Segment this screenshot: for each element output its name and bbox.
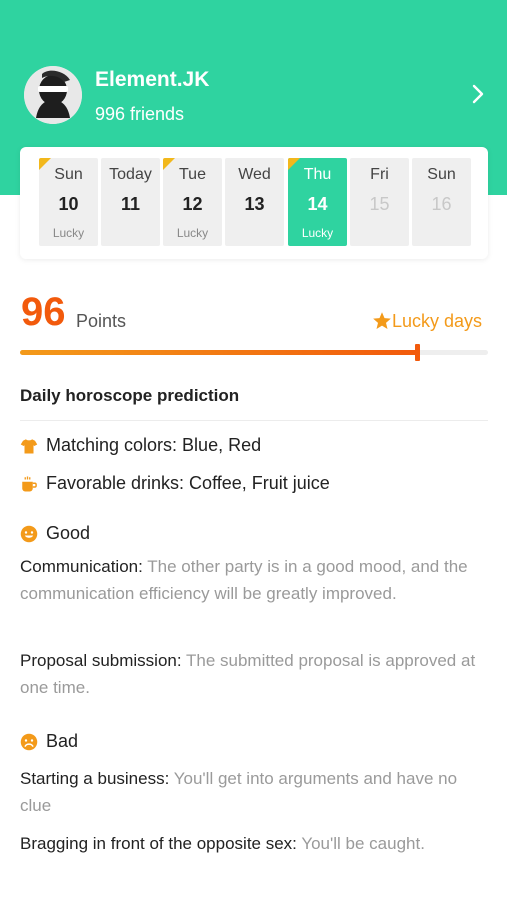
day-number: 12 xyxy=(182,194,203,214)
lucky-days-label: Lucky days xyxy=(392,311,483,331)
lucky-days-link[interactable]: Lucky days xyxy=(372,311,482,332)
bad-heading: Bad xyxy=(20,731,78,752)
star-icon xyxy=(373,312,391,329)
favorable-drinks-text: Favorable drinks: Coffee, Fruit juice xyxy=(46,473,330,493)
day-lucky-label: Lucky xyxy=(176,226,209,240)
day-name: Today xyxy=(109,166,152,183)
bad-label: Bad xyxy=(46,731,79,751)
username: Element.JK xyxy=(95,68,210,91)
favorable-drinks-row: Favorable drinks: Coffee, Fruit juice xyxy=(20,473,330,494)
item-label: Bragging in front of the opposite sex: xyxy=(20,834,297,853)
day-cell-fri-15: Fri 15 xyxy=(350,158,409,246)
matching-colors-row: Matching colors: Blue, Red xyxy=(20,435,261,456)
day-number: 14 xyxy=(307,194,328,214)
day-name: Wed xyxy=(238,166,271,183)
day-cell-wed-13[interactable]: Wed 13 xyxy=(225,158,284,246)
day-cell-thu-14-selected[interactable]: Thu 14 Lucky xyxy=(288,158,347,246)
day-lucky-label: Lucky xyxy=(301,226,334,240)
sad-face-icon xyxy=(20,733,38,751)
avatar-image xyxy=(24,66,82,124)
progress-fill xyxy=(20,350,418,355)
day-cell-sun-10[interactable]: Sun 10 Lucky xyxy=(39,158,98,246)
day-name: Sun xyxy=(427,166,456,183)
chevron-right-icon[interactable] xyxy=(466,82,490,106)
divider xyxy=(20,420,488,421)
happy-face-icon xyxy=(20,525,38,543)
matching-colors-text: Matching colors: Blue, Red xyxy=(46,435,262,455)
item-description: You'll be caught. xyxy=(301,834,425,853)
shirt-icon xyxy=(20,439,38,454)
day-name: Sun xyxy=(54,166,83,183)
item-label: Proposal submission: xyxy=(20,651,182,670)
good-item-proposal: Proposal submission: The submitted propo… xyxy=(20,647,488,701)
friends-count[interactable]: 996 friends xyxy=(95,104,184,125)
bad-item-bragging: Bragging in front of the opposite sex: Y… xyxy=(20,830,488,857)
day-number: 10 xyxy=(58,194,79,214)
coffee-cup-icon xyxy=(22,476,37,492)
day-name: Thu xyxy=(303,166,332,183)
week-calendar: Sun 10 Lucky Today 11 Tue 12 Lucky Wed 1… xyxy=(20,147,488,259)
day-name: Fri xyxy=(370,166,389,183)
day-number: 15 xyxy=(369,194,390,214)
day-number: 16 xyxy=(431,194,452,214)
section-title: Daily horoscope prediction xyxy=(20,386,240,405)
item-label: Communication: xyxy=(20,557,143,576)
day-cell-tue-12[interactable]: Tue 12 Lucky xyxy=(163,158,222,246)
points-progress-bar xyxy=(20,344,488,361)
bad-item-starting-business: Starting a business: You'll get into arg… xyxy=(20,765,488,819)
good-label: Good xyxy=(46,523,91,543)
day-cell-sun-16: Sun 16 xyxy=(412,158,471,246)
item-label: Starting a business: xyxy=(20,769,170,788)
good-heading: Good xyxy=(20,523,90,544)
day-number: 13 xyxy=(244,194,265,214)
day-name: Tue xyxy=(179,166,206,183)
day-cell-today-11[interactable]: Today 11 xyxy=(101,158,160,246)
progress-marker xyxy=(414,344,420,361)
day-number: 11 xyxy=(120,194,141,214)
day-lucky-label: Lucky xyxy=(52,226,85,240)
avatar[interactable] xyxy=(24,66,82,124)
points-value: 96 xyxy=(21,290,66,334)
good-item-communication: Communication: The other party is in a g… xyxy=(20,553,488,607)
points-label: Points xyxy=(76,311,127,331)
